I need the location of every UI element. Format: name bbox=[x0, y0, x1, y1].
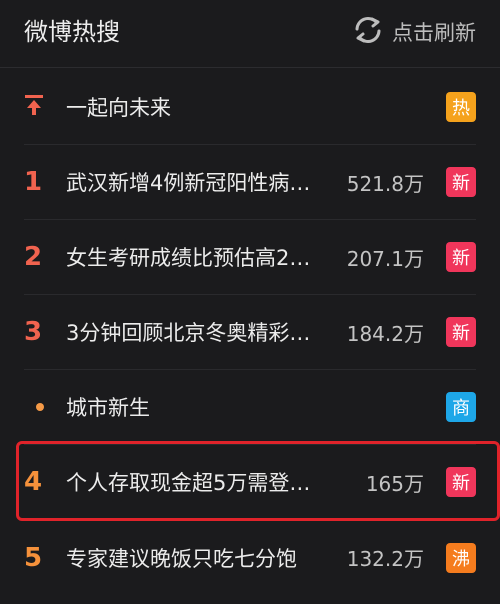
list-item[interactable]: 城市新生 商 bbox=[24, 370, 476, 445]
refresh-button[interactable]: 点击刷新 bbox=[352, 16, 476, 48]
page-title: 微博热搜 bbox=[24, 18, 120, 46]
list-item[interactable]: 1 武汉新增4例新冠阳性病… 521.8万 新 bbox=[24, 145, 476, 220]
rank-cell: 3 bbox=[24, 317, 66, 347]
ad-badge: 商 bbox=[446, 392, 476, 422]
topic-link[interactable]: 女生考研成绩比预估高2… bbox=[66, 242, 326, 272]
dot-icon bbox=[36, 403, 44, 411]
topic-link[interactable]: 武汉新增4例新冠阳性病… bbox=[66, 167, 326, 197]
refresh-icon bbox=[352, 16, 384, 48]
rank-number: 5 bbox=[24, 542, 43, 573]
refresh-label: 点击刷新 bbox=[392, 21, 476, 45]
heat-count: 165万 bbox=[365, 471, 424, 496]
topic-link[interactable]: 一起向未来 bbox=[66, 92, 326, 122]
new-badge: 新 bbox=[446, 317, 476, 347]
hot-badge: 热 bbox=[446, 92, 476, 122]
heat-count: 184.2万 bbox=[346, 321, 424, 346]
list-item[interactable]: 4 个人存取现金超5万需登… 165万 新 bbox=[24, 445, 476, 520]
pin-top-icon bbox=[24, 93, 44, 121]
rank-cell: 1 bbox=[24, 167, 66, 197]
new-badge: 新 bbox=[446, 467, 476, 497]
topic-link[interactable]: 城市新生 bbox=[66, 392, 326, 422]
rank-cell: 4 bbox=[24, 467, 66, 497]
rank-number: 3 bbox=[24, 317, 43, 347]
rank-number: 4 bbox=[24, 467, 43, 497]
heat-count: 207.1万 bbox=[346, 246, 424, 271]
heat-count: 132.2万 bbox=[346, 547, 424, 571]
topic-link[interactable]: 3分钟回顾北京冬奥精彩… bbox=[66, 317, 326, 347]
boil-badge: 沸 bbox=[446, 542, 476, 573]
list-item[interactable]: 3 3分钟回顾北京冬奥精彩… 184.2万 新 bbox=[24, 295, 476, 370]
list-item[interactable]: 5 专家建议晚饭只吃七分饱 132.2万 沸 bbox=[24, 520, 476, 595]
rank-cell bbox=[24, 93, 66, 121]
rank-number: 2 bbox=[24, 242, 43, 272]
rank-cell: 5 bbox=[24, 543, 66, 573]
topic-link[interactable]: 专家建议晚饭只吃七分饱 bbox=[66, 543, 326, 573]
rank-cell: 2 bbox=[24, 242, 66, 272]
rank-number: 1 bbox=[24, 167, 43, 197]
new-badge: 新 bbox=[446, 167, 476, 197]
heat-count: 521.8万 bbox=[346, 171, 424, 196]
header-bar: 微博热搜 点击刷新 bbox=[0, 0, 500, 68]
list-item[interactable]: 一起向未来 热 bbox=[24, 70, 476, 145]
new-badge: 新 bbox=[446, 242, 476, 272]
list-item[interactable]: 2 女生考研成绩比预估高2… 207.1万 新 bbox=[24, 220, 476, 295]
rank-cell bbox=[24, 403, 66, 411]
topic-link[interactable]: 个人存取现金超5万需登… bbox=[66, 467, 326, 497]
